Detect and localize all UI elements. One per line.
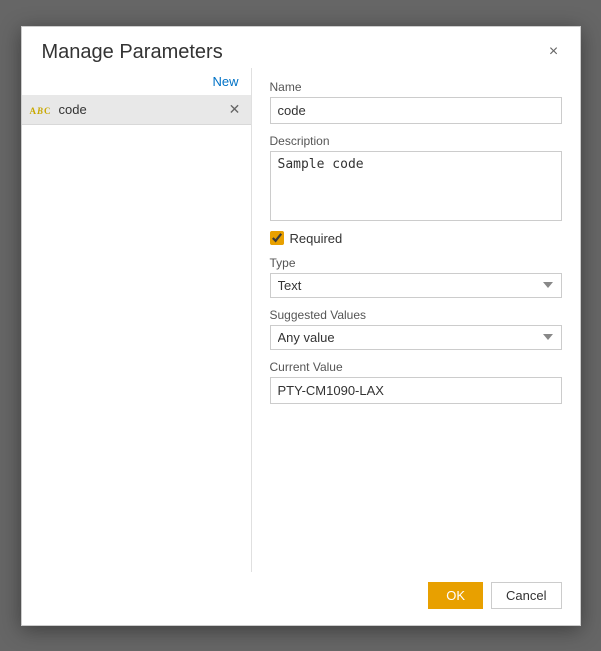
suggested-values-field-group: Suggested Values Any value List of value… xyxy=(270,308,562,350)
close-button[interactable]: × xyxy=(544,42,564,62)
ok-button[interactable]: OK xyxy=(428,582,483,609)
left-panel-header: New xyxy=(22,68,251,96)
dialog-titlebar: Manage Parameters × xyxy=(22,27,580,68)
type-field-group: Type Text Number Date Date/Time True/Fal… xyxy=(270,256,562,298)
description-input[interactable]: Sample code xyxy=(270,151,562,221)
spacer xyxy=(270,414,562,560)
name-field-group: Name xyxy=(270,80,562,124)
dialog-body: New ABC code ✕ Name Description Sample c… xyxy=(22,68,580,572)
name-label: Name xyxy=(270,80,562,94)
required-label[interactable]: Required xyxy=(290,231,343,246)
list-item[interactable]: ABC code ✕ xyxy=(22,96,251,125)
right-panel: Name Description Sample code Required Ty… xyxy=(252,68,580,572)
type-select[interactable]: Text Number Date Date/Time True/False xyxy=(270,273,562,298)
description-field-group: Description Sample code xyxy=(270,134,562,221)
delete-parameter-button[interactable]: ✕ xyxy=(227,102,243,118)
new-parameter-button[interactable]: New xyxy=(208,72,242,91)
dialog-footer: OK Cancel xyxy=(22,572,580,625)
type-select-wrapper: Text Number Date Date/Time True/False xyxy=(270,273,562,298)
cancel-button[interactable]: Cancel xyxy=(491,582,561,609)
left-panel: New ABC code ✕ xyxy=(22,68,252,572)
current-value-label: Current Value xyxy=(270,360,562,374)
dialog-title: Manage Parameters xyxy=(42,41,223,64)
manage-parameters-dialog: Manage Parameters × New ABC code ✕ Name xyxy=(21,26,581,626)
suggested-values-select[interactable]: Any value List of values xyxy=(270,325,562,350)
suggested-values-select-wrapper: Any value List of values xyxy=(270,325,562,350)
current-value-field-group: Current Value xyxy=(270,360,562,404)
parameter-name: code xyxy=(59,102,227,117)
name-input[interactable] xyxy=(270,97,562,124)
description-label: Description xyxy=(270,134,562,148)
suggested-values-label: Suggested Values xyxy=(270,308,562,322)
current-value-input[interactable] xyxy=(270,377,562,404)
parameter-type-icon: ABC xyxy=(30,102,51,118)
required-checkbox[interactable] xyxy=(270,231,284,245)
required-row: Required xyxy=(270,231,562,246)
type-label: Type xyxy=(270,256,562,270)
